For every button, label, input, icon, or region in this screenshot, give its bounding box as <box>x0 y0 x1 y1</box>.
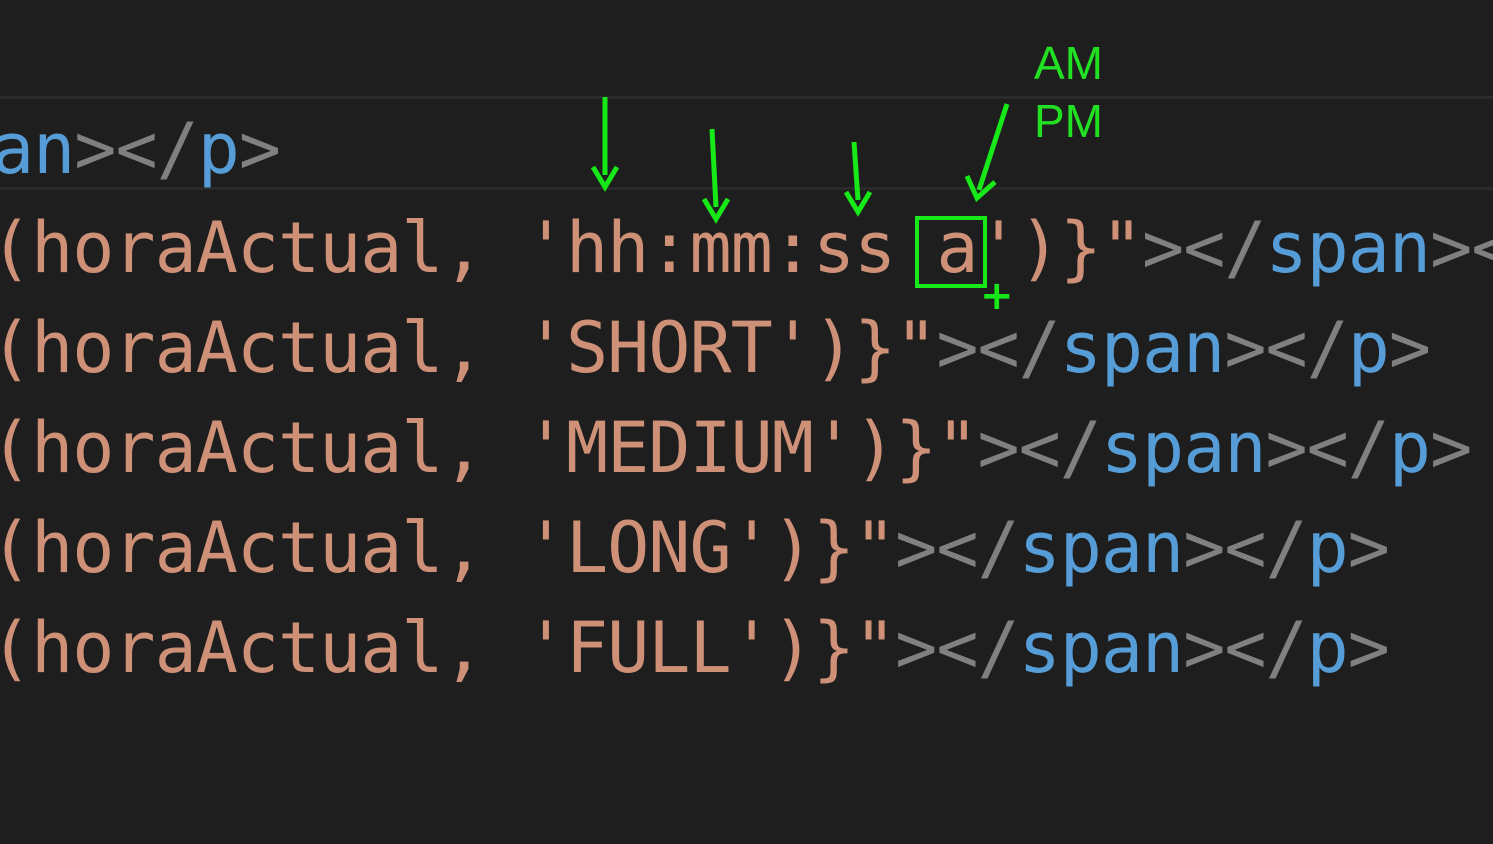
code-token: ></ <box>977 407 1101 489</box>
code-token: 'LONG')}" <box>524 507 896 589</box>
code-token: (horaActual, <box>0 507 525 589</box>
code-token: ></ <box>1224 307 1348 389</box>
code-token: p <box>1306 607 1349 689</box>
highlight-box-a <box>915 216 987 288</box>
arrow-mm-annotation <box>701 128 731 224</box>
code-token: ></ <box>1183 507 1307 589</box>
arrow-ampm-annotation <box>964 103 1010 203</box>
code-token: 'SHORT')}" <box>524 307 937 389</box>
code-token: (horaActual, <box>0 607 525 689</box>
code-token: > <box>1347 607 1390 689</box>
code-token: ></ <box>1183 607 1307 689</box>
code-token: (horaActual, <box>0 307 525 389</box>
code-token: 'FULL')}" <box>524 607 896 689</box>
code-token: (horaActual, <box>0 407 525 489</box>
code-line-6[interactable]: (horaActual, 'FULL')}"></span></p> <box>0 598 1390 698</box>
arrow-ss-annotation <box>843 141 873 217</box>
code-token: >< <box>1430 207 1493 289</box>
code-token: ></ <box>74 108 198 190</box>
code-token: span <box>1018 607 1185 689</box>
am-label: AM <box>1034 37 1103 89</box>
code-token: p <box>1347 307 1390 389</box>
code-token: > <box>1430 407 1472 489</box>
code-token: ></ <box>895 607 1019 689</box>
code-line-2[interactable]: (horaActual, 'hh:mm:ss a')}"></span>< <box>0 198 1493 298</box>
code-token: p <box>1306 507 1349 589</box>
code-token: 'MEDIUM')}" <box>524 407 979 489</box>
code-token: > <box>238 108 281 190</box>
pm-label: PM <box>1034 95 1103 147</box>
code-token: p <box>197 108 240 190</box>
crosshair-cursor-icon: + <box>980 273 1014 319</box>
code-line-3[interactable]: (horaActual, 'SHORT')}"></span></p> <box>0 298 1431 398</box>
code-token: > <box>1388 307 1431 389</box>
code-token: span <box>1265 207 1431 289</box>
code-token: span <box>1059 307 1226 389</box>
arrow-hh-annotation <box>590 97 620 192</box>
code-token: ></ <box>936 307 1060 389</box>
code-line-4[interactable]: (horaActual, 'MEDIUM')}"></span></p> <box>0 398 1472 498</box>
code-token: span <box>1018 507 1185 589</box>
code-token: > <box>1347 507 1390 589</box>
code-token: p <box>1388 407 1431 489</box>
code-editor[interactable]: an></p> (horaActual, 'hh:mm:ss a')}"></s… <box>0 0 1493 844</box>
code-token: (horaActual, <box>0 207 525 289</box>
code-token: an <box>0 108 75 190</box>
code-token: ></ <box>1265 407 1389 489</box>
code-token: span <box>1100 407 1267 489</box>
code-line-1[interactable]: an></p> <box>0 99 281 199</box>
code-token: ></ <box>1142 207 1266 289</box>
code-line-5[interactable]: (horaActual, 'LONG')}"></span></p> <box>0 498 1390 598</box>
code-token: ></ <box>895 507 1019 589</box>
